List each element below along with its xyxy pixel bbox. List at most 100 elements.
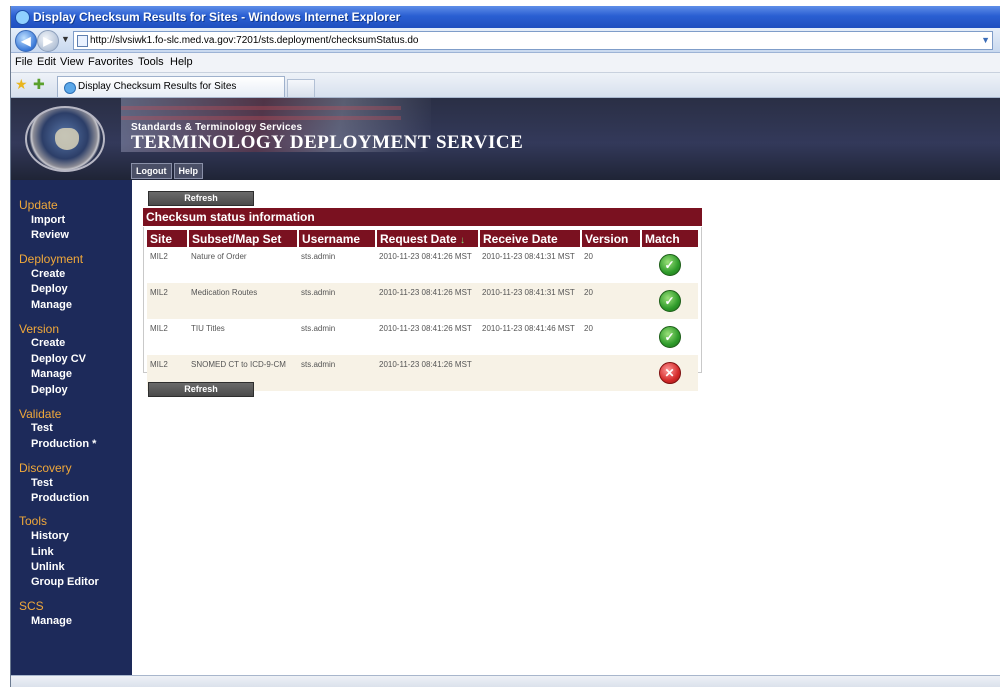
cell-receive-date [479,355,581,391]
refresh-button-top[interactable]: Refresh [148,191,254,206]
col-header-receive-date[interactable]: Receive Date [479,230,582,247]
ie-page-icon [64,82,76,94]
cell-match: ✓ [641,247,698,283]
flag-stripe [121,116,401,120]
cell-subset: TIU Titles [188,319,298,355]
site-banner: Standards & Terminology Services TERMINO… [11,98,1000,180]
cell-version [581,355,641,391]
cell-match: ✓ [641,283,698,319]
nav-group-validate: Validate [19,407,62,421]
favorites-tab-bar: ★ ✚ Display Checksum Results for Sites [11,73,1000,98]
check-circle-icon: ✓ [658,254,681,276]
cell-version: 20 [581,283,641,319]
col-header-subset[interactable]: Subset/Map Set [188,230,299,247]
nav-version-deploy[interactable]: Deploy [31,384,68,396]
nav-deployment-deploy[interactable]: Deploy [31,283,68,295]
cell-username: sts.admin [298,355,376,391]
col-header-request-date-label: Request Date [380,231,457,246]
address-dropdown-icon[interactable]: ▼ [981,32,990,49]
checksum-table: Site Subset/Map Set Username Request Dat… [147,230,698,391]
tab-label: Display Checksum Results for Sites [78,81,237,92]
x-circle-icon: ✕ [658,362,681,384]
nav-deployment-create[interactable]: Create [31,268,65,280]
history-dropdown-icon[interactable]: ▼ [61,34,70,44]
col-header-username[interactable]: Username [298,230,377,247]
nav-version-create[interactable]: Create [31,337,65,349]
menu-tools[interactable]: Tools [138,53,164,72]
nav-tools-group-editor[interactable]: Group Editor [31,576,99,588]
checksum-table-container: Site Subset/Map Set Username Request Dat… [143,227,702,391]
cell-username: sts.admin [298,247,376,283]
check-circle-icon: ✓ [658,326,681,348]
main-content: Refresh Checksum status information Site… [132,180,1000,675]
nav-discovery-test[interactable]: Test [31,477,53,489]
nav-group-discovery: Discovery [19,461,72,475]
table-row: MIL2 Nature of Order sts.admin 2010-11-2… [147,247,698,283]
cell-site: MIL2 [147,319,188,355]
refresh-button-bottom[interactable]: Refresh [148,382,254,397]
menu-bar: File Edit View Favorites Tools Help [11,53,1000,73]
nav-group-tools: Tools [19,514,48,528]
window-title-bar[interactable]: Display Checksum Results for Sites - Win… [11,6,1000,28]
nav-group-deployment: Deployment [19,252,84,266]
cell-subset: Medication Routes [188,283,298,319]
menu-help[interactable]: Help [170,53,193,72]
table-header-row: Site Subset/Map Set Username Request Dat… [147,230,698,247]
col-header-match[interactable]: Match [641,230,698,247]
status-bar [11,675,1000,687]
cell-match: ✕ [641,355,698,391]
menu-favorites[interactable]: Favorites [88,53,133,72]
nav-update-review[interactable]: Review [31,229,69,241]
forward-arrow-icon: ▶ [43,34,53,48]
menu-view[interactable]: View [60,53,84,72]
ie-logo-icon [15,10,30,25]
logout-button[interactable]: Logout [131,163,172,179]
browser-window: Display Checksum Results for Sites - Win… [10,6,1000,687]
banner-title: TERMINOLOGY DEPLOYMENT SERVICE [131,132,524,153]
col-header-version[interactable]: Version [581,230,642,247]
nav-scs-manage[interactable]: Manage [31,615,72,627]
eagle-emblem [55,128,79,150]
cell-version: 20 [581,319,641,355]
cell-version: 20 [581,247,641,283]
cell-receive-date: 2010-11-23 08:41:31 MST [479,247,581,283]
address-input[interactable]: http://slvsiwk1.fo-slc.med.va.gov:7201/s… [73,31,993,50]
flag-stripe [121,106,401,110]
cell-request-date: 2010-11-23 08:41:26 MST [376,283,479,319]
cell-site: MIL2 [147,283,188,319]
col-header-request-date[interactable]: Request Date ↓ [376,230,480,247]
menu-file[interactable]: File [15,53,33,72]
favorites-star-icon[interactable]: ★ [15,76,28,93]
nav-update-import[interactable]: Import [31,214,65,226]
nav-validate-production[interactable]: Production * [31,438,96,450]
nav-group-update: Update [19,198,58,212]
add-favorite-icon[interactable]: ✚ [33,76,45,93]
help-button[interactable]: Help [173,163,204,179]
table-row: MIL2 TIU Titles sts.admin 2010-11-23 08:… [147,319,698,355]
address-url: http://slvsiwk1.fo-slc.med.va.gov:7201/s… [90,35,419,46]
sidebar-nav: Update Import Review Deployment Create D… [11,180,132,675]
section-title: Checksum status information [143,208,702,226]
table-row: MIL2 Medication Routes sts.admin 2010-11… [147,283,698,319]
menu-edit[interactable]: Edit [37,53,56,72]
new-tab-button[interactable] [287,79,315,97]
nav-version-manage[interactable]: Manage [31,368,72,380]
cell-username: sts.admin [298,319,376,355]
cell-request-date: 2010-11-23 08:41:26 MST [376,319,479,355]
nav-tools-link[interactable]: Link [31,546,54,558]
nav-deployment-manage[interactable]: Manage [31,299,72,311]
cell-username: sts.admin [298,283,376,319]
nav-group-scs: SCS [19,599,44,613]
nav-validate-test[interactable]: Test [31,422,53,434]
cell-site: MIL2 [147,247,188,283]
col-header-site[interactable]: Site [147,230,189,247]
back-button[interactable]: ◀ [15,30,37,52]
nav-tools-unlink[interactable]: Unlink [31,561,65,573]
nav-version-deploy-cv[interactable]: Deploy CV [31,353,86,365]
forward-button[interactable]: ▶ [37,30,59,52]
nav-tools-history[interactable]: History [31,530,69,542]
cell-request-date: 2010-11-23 08:41:26 MST [376,247,479,283]
nav-discovery-production[interactable]: Production [31,492,89,504]
cell-match: ✓ [641,319,698,355]
tab-checksum-results[interactable]: Display Checksum Results for Sites [57,76,285,97]
